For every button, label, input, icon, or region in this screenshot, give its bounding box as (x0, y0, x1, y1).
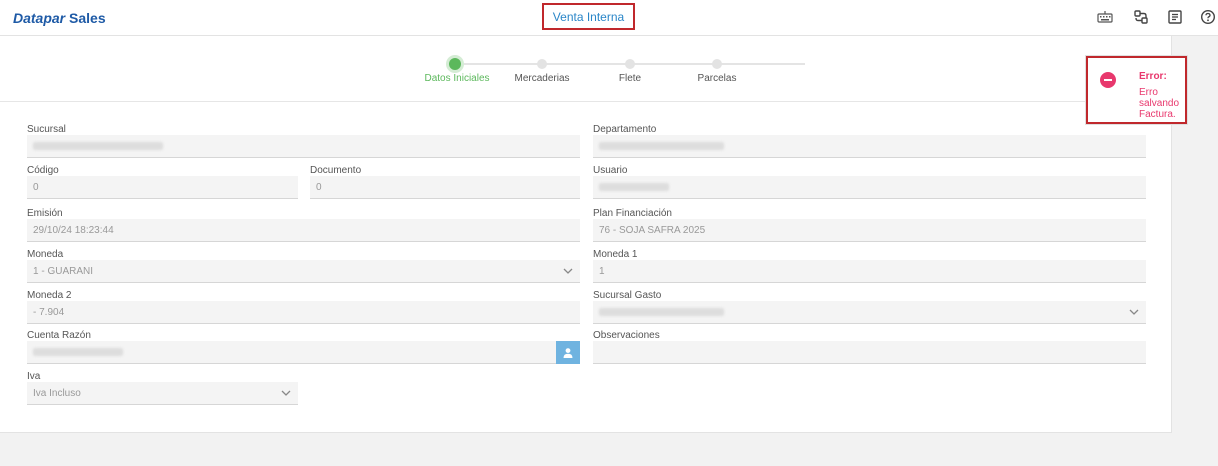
chevron-down-icon[interactable] (1128, 306, 1140, 318)
wizard-stepper: Datos Iniciales Mercaderias Flete Parcel… (0, 36, 1172, 102)
documento-label: Documento (310, 165, 362, 176)
plan-financiacion-label: Plan Financiación (593, 208, 672, 219)
observaciones-label: Observaciones (593, 330, 660, 341)
cuenta-razon-input[interactable] (27, 341, 556, 364)
sucursal-gasto-label: Sucursal Gasto (593, 290, 662, 301)
app-logo[interactable]: Datapar Sales (13, 10, 106, 26)
codigo-label: Código (27, 165, 59, 176)
moneda1-input[interactable]: 1 (593, 260, 1146, 283)
error-message: Erro salvando Factura. (1139, 87, 1180, 120)
step-dot-mercaderias[interactable] (537, 59, 547, 69)
keyboard-icon[interactable] (1097, 9, 1113, 25)
step-dot-datos-iniciales[interactable] (449, 58, 461, 70)
top-header: Datapar Sales Venta Interna (0, 0, 1218, 36)
step-dot-parcelas[interactable] (712, 59, 722, 69)
moneda-select[interactable]: 1 - GUARANI (27, 260, 580, 283)
sucursal-label: Sucursal (27, 124, 66, 135)
emision-label: Emisión (27, 208, 63, 219)
error-title: Error: (1139, 71, 1167, 82)
usuario-label: Usuario (593, 165, 628, 176)
chevron-down-icon[interactable] (562, 265, 574, 277)
moneda2-label: Moneda 2 (27, 290, 72, 301)
emision-input[interactable]: 29/10/24 18:23:44 (27, 219, 580, 242)
help-icon[interactable] (1200, 9, 1216, 25)
notes-icon[interactable] (1167, 9, 1183, 25)
observaciones-input[interactable] (593, 341, 1146, 364)
documento-input[interactable]: 0 (310, 176, 580, 199)
moneda1-label: Moneda 1 (593, 249, 638, 260)
step-label-flete[interactable]: Flete (619, 73, 641, 84)
chevron-down-icon[interactable] (280, 387, 292, 399)
step-dot-flete[interactable] (625, 59, 635, 69)
usuario-input[interactable] (593, 176, 1146, 199)
departamento-label: Departamento (593, 124, 657, 135)
redacted-value (33, 142, 163, 150)
redacted-value (599, 308, 724, 316)
venta-interna-title[interactable]: Venta Interna (542, 3, 635, 30)
codigo-input[interactable]: 0 (27, 176, 298, 199)
sucursal-input[interactable] (27, 135, 580, 158)
form-panel: Datos Iniciales Mercaderias Flete Parcel… (0, 36, 1172, 433)
error-icon (1100, 72, 1116, 88)
step-label-parcelas[interactable]: Parcelas (698, 73, 737, 84)
error-toast[interactable]: Error: Erro salvando Factura. (1086, 56, 1187, 124)
redacted-value (33, 348, 123, 356)
moneda-label: Moneda (27, 249, 64, 260)
user-search-button[interactable] (556, 341, 580, 364)
step-label-mercaderias[interactable]: Mercaderias (514, 73, 569, 84)
departamento-input[interactable] (593, 135, 1146, 158)
sucursal-gasto-select[interactable] (593, 301, 1146, 324)
plan-financiacion-input[interactable]: 76 - SOJA SAFRA 2025 (593, 219, 1146, 242)
cuenta-razon-label: Cuenta Razón (27, 330, 91, 341)
step-label-datos-iniciales[interactable]: Datos Iniciales (424, 73, 489, 84)
iva-label: Iva (27, 371, 41, 382)
route-icon[interactable] (1133, 9, 1149, 25)
moneda2-input[interactable]: - 7.904 (27, 301, 580, 324)
redacted-value (599, 183, 669, 191)
redacted-value (599, 142, 724, 150)
iva-select[interactable]: Iva Incluso (27, 382, 298, 405)
user-icon (563, 347, 573, 358)
